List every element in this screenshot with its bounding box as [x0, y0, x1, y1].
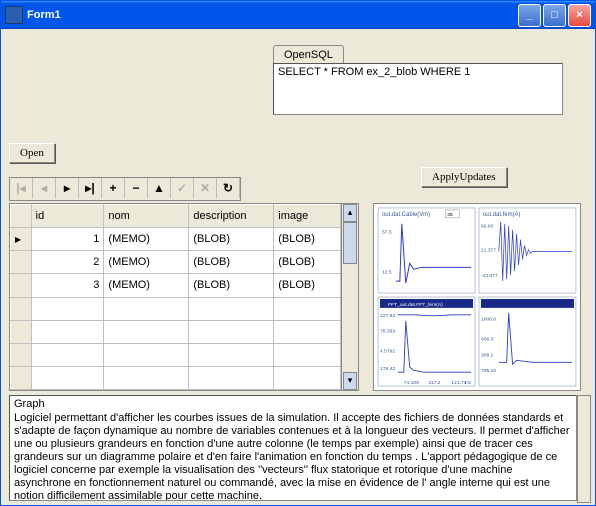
- cell-image[interactable]: (BLOB): [274, 274, 341, 297]
- scroll-down-icon[interactable]: ▾: [343, 372, 357, 390]
- col-description[interactable]: description: [189, 205, 274, 228]
- nav-next-icon[interactable]: ▸: [56, 178, 79, 198]
- nav-last-icon[interactable]: ▸|: [79, 178, 102, 198]
- cell-nom[interactable]: (MEMO): [104, 251, 189, 274]
- minimize-button[interactable]: _: [518, 4, 541, 27]
- nav-edit-icon[interactable]: ▲: [148, 178, 171, 198]
- cell-id[interactable]: 1: [31, 228, 104, 251]
- col-nom[interactable]: nom: [104, 205, 189, 228]
- svg-text:66.83: 66.83: [481, 224, 494, 230]
- nav-insert-icon[interactable]: +: [102, 178, 125, 198]
- app-icon: [5, 6, 23, 24]
- col-image[interactable]: image: [274, 205, 341, 228]
- memo-scrollbar[interactable]: [577, 395, 591, 503]
- grid-scrollbar[interactable]: ▴ ▾: [341, 204, 358, 390]
- maximize-button[interactable]: □: [543, 4, 566, 27]
- row-indicator-icon: [11, 228, 32, 251]
- svg-text:227.84: 227.84: [380, 313, 395, 319]
- cell-id[interactable]: 3: [31, 274, 104, 297]
- cell-description[interactable]: (BLOB): [189, 228, 274, 251]
- svg-text:606.3: 606.3: [481, 337, 494, 343]
- sql-text: SELECT * FROM ex_2_blob WHERE 1: [278, 66, 470, 78]
- svg-text:out.dat.fem(A): out.dat.fem(A): [483, 212, 521, 218]
- table-row[interactable]: 2 (MEMO) (BLOB) (BLOB): [11, 251, 341, 274]
- grid-header-row: id nom description image: [11, 205, 341, 228]
- titlebar[interactable]: Form1 _ □ ×: [1, 1, 595, 29]
- svg-text:178.42: 178.42: [380, 366, 395, 372]
- row-indicator: [11, 274, 32, 297]
- tab-opensql[interactable]: OpenSQL: [273, 45, 344, 64]
- cell-description[interactable]: (BLOB): [189, 274, 274, 297]
- scroll-thumb[interactable]: [343, 222, 357, 264]
- grid-corner: [11, 205, 32, 228]
- svg-text:57.5: 57.5: [382, 230, 392, 236]
- svg-text:-43.077: -43.077: [481, 273, 498, 279]
- window-title: Form1: [27, 9, 518, 21]
- table-row[interactable]: 1 (MEMO) (BLOB) (BLOB): [11, 228, 341, 251]
- tab-bar: OpenSQL: [273, 45, 344, 64]
- cell-image[interactable]: (BLOB): [274, 228, 341, 251]
- db-grid[interactable]: id nom description image 1 (MEMO) (BLOB)…: [9, 203, 359, 391]
- svg-text:4.5792: 4.5792: [380, 348, 395, 354]
- nav-refresh-icon[interactable]: ↻: [217, 178, 240, 198]
- svg-text:308.1: 308.1: [481, 352, 494, 358]
- svg-text:Hz: Hz: [465, 380, 472, 386]
- memo-title: Graph: [14, 398, 572, 411]
- nav-prior-icon[interactable]: ◂: [33, 178, 56, 198]
- table-row[interactable]: 3 (MEMO) (BLOB) (BLOB): [11, 274, 341, 297]
- col-id[interactable]: id: [31, 205, 104, 228]
- svg-text:117.2: 117.2: [429, 380, 441, 386]
- nav-cancel-icon[interactable]: ✕: [194, 178, 217, 198]
- svg-text:35: 35: [447, 212, 453, 218]
- svg-text:74.109: 74.109: [404, 380, 419, 386]
- cell-nom[interactable]: (MEMO): [104, 228, 189, 251]
- sql-memo[interactable]: SELECT * FROM ex_2_blob WHERE 1: [273, 63, 563, 115]
- apply-updates-button[interactable]: ApplyUpdates: [421, 167, 507, 187]
- cell-image[interactable]: (BLOB): [274, 251, 341, 274]
- open-button[interactable]: Open: [9, 143, 55, 163]
- cell-nom[interactable]: (MEMO): [104, 274, 189, 297]
- svg-text:12.5: 12.5: [382, 269, 392, 275]
- svg-text:21.377: 21.377: [481, 247, 496, 253]
- cell-id[interactable]: 2: [31, 251, 104, 274]
- close-button[interactable]: ×: [568, 4, 591, 27]
- cell-description[interactable]: (BLOB): [189, 251, 274, 274]
- svg-text:796.10: 796.10: [481, 368, 496, 374]
- nav-post-icon[interactable]: ✓: [171, 178, 194, 198]
- svg-text:78.393: 78.393: [380, 329, 395, 335]
- image-preview: out.dat.Cable(Vm) 35 57.5 12.5 out.dat.f…: [373, 203, 581, 391]
- chart-title: out.dat.Cable(Vm): [382, 212, 430, 218]
- svg-text:1606.8: 1606.8: [481, 317, 496, 323]
- nav-first-icon[interactable]: |◂: [10, 178, 33, 198]
- description-memo[interactable]: Graph Logiciel permettant d'afficher les…: [9, 395, 577, 501]
- svg-text:FFT_out.dat.FFT_fem(A): FFT_out.dat.FFT_fem(A): [388, 302, 443, 308]
- memo-body: Logiciel permettant d'afficher les courb…: [14, 412, 572, 501]
- nav-delete-icon[interactable]: −: [125, 178, 148, 198]
- scroll-up-icon[interactable]: ▴: [343, 204, 357, 222]
- row-indicator: [11, 251, 32, 274]
- db-navigator: |◂ ◂ ▸ ▸| + − ▲ ✓ ✕ ↻: [9, 177, 241, 201]
